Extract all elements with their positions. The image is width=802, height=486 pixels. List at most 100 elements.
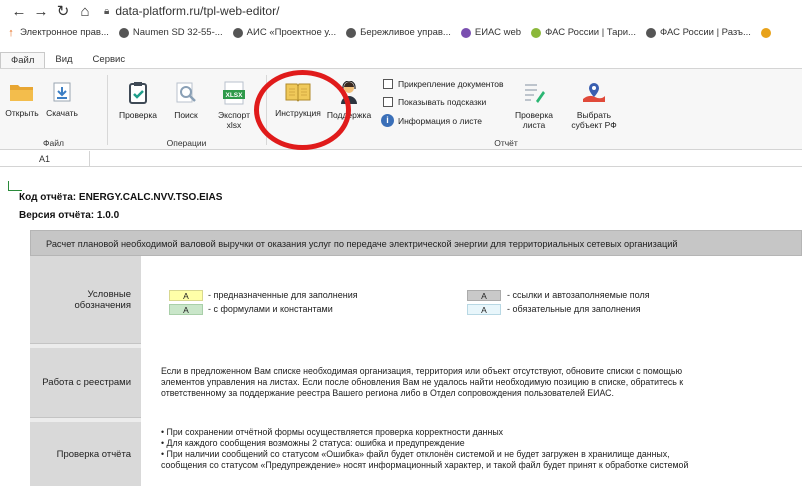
download-icon <box>53 82 71 102</box>
eias-icon <box>460 27 471 38</box>
bookmark-label: Naumen SD 32-55-... <box>132 27 223 38</box>
check-sheet-button[interactable]: Проверка листа <box>512 81 556 130</box>
legend-text: - обязательные для заполнения <box>507 304 641 314</box>
folder-icon <box>760 27 771 38</box>
registries-line: ответственному за поддержание реестра Ва… <box>161 388 614 398</box>
report-check-line: • При сохранении отчётной формы осуществ… <box>161 427 504 437</box>
fas-icon <box>531 27 542 38</box>
report-code: Код отчёта: ENERGY.CALC.NVV.TSO.EIAS <box>19 192 223 203</box>
legend-title: Условные обозначения <box>74 289 131 311</box>
report-check-line: • Для каждого сообщения возможны 2 стату… <box>161 438 465 448</box>
bookmark-item[interactable]: ↑ Электронное прав... <box>6 27 109 39</box>
select-subject-button[interactable]: Выбрать субъект РФ <box>566 81 622 130</box>
folder-open-icon <box>10 85 33 101</box>
clipboard-check-icon <box>129 82 147 104</box>
bookmark-label: ФАС России | Тари... <box>545 27 636 38</box>
sheet-edit-icon <box>525 84 545 103</box>
registries-line: Если в предложенном Вам списке необходим… <box>161 366 683 376</box>
show-hints-toggle[interactable]: Показывать подсказки <box>383 97 486 107</box>
bookmark-item[interactable]: ЕИАС web <box>460 27 522 38</box>
registries-row-label: Работа с реестрами <box>30 348 141 418</box>
search-label: Поиск <box>174 110 198 120</box>
report-check-line: • При наличии сообщений со статусом «Оши… <box>161 449 670 459</box>
bookmark-item[interactable]: Бережливое управ... <box>346 27 451 38</box>
legend-title-line2: обозначения <box>74 299 131 311</box>
address-bar[interactable]: 🔒︎ data-platform.ru/tpl-web-editor/ <box>104 2 802 20</box>
check-sheet-label: Проверка <box>514 110 554 120</box>
globe-icon <box>232 27 243 38</box>
sheet-info-label: Информация о листе <box>398 115 482 126</box>
checkbox[interactable] <box>383 97 393 107</box>
report-check-row-label: Проверка отчёта <box>30 422 141 486</box>
registries-title: Работа с реестрами <box>42 377 131 388</box>
formula-bar: A1 <box>0 151 802 167</box>
open-label: Открыть <box>5 108 39 118</box>
report-version: Версия отчёта: 1.0.0 <box>19 210 120 221</box>
bookmark-label: АИС «Проектное у... <box>246 27 337 38</box>
bookmark-item[interactable]: ФАС России | Тари... <box>531 27 636 38</box>
download-button[interactable]: Скачать <box>42 81 82 118</box>
download-label: Скачать <box>46 108 78 118</box>
tab-file[interactable]: Файл <box>0 52 46 68</box>
select-subject-label-sub: субъект РФ <box>571 120 617 130</box>
search-button[interactable]: Поиск <box>168 81 204 120</box>
bookmark-item[interactable]: Naumen SD 32-55-... <box>118 27 223 38</box>
legend-swatch-required: A <box>467 304 501 315</box>
selection-corner <box>8 181 22 191</box>
bookmark-label: Электронное прав... <box>20 27 109 38</box>
report-check-line: сообщения со статусом «Предупреждение» н… <box>161 460 689 470</box>
attach-docs-toggle[interactable]: Прикрепление документов <box>383 79 504 89</box>
reload-icon[interactable]: ↻ <box>54 2 72 20</box>
home-icon[interactable]: ⌂ <box>76 2 94 20</box>
legend-title-line1: Условные <box>87 288 132 300</box>
forward-icon[interactable]: → <box>32 2 50 20</box>
back-icon[interactable]: ← <box>10 2 28 20</box>
bookmark-item[interactable]: АИС «Проектное у... <box>232 27 337 38</box>
check-sheet-label-sub: листа <box>522 120 546 130</box>
bookmark-label: ЕИАС web <box>474 27 522 38</box>
attach-docs-label: Прикрепление документов <box>398 79 504 89</box>
globe-icon <box>118 27 129 38</box>
legend-text: - предназначенные для заполнения <box>208 290 358 300</box>
ribbon: Открыть Скачать Проверка Поиск XLSX Эксп… <box>0 68 802 150</box>
legend-swatch-formula: A <box>169 304 203 315</box>
registries-line: элементов управления на листах. Если пос… <box>161 377 684 387</box>
bookmark-item[interactable] <box>760 27 775 38</box>
lock-icon: 🔒︎ <box>104 5 110 17</box>
bookmark-item[interactable]: ФАС России | Разъ... <box>645 27 751 38</box>
export-label-sub: xlsx <box>226 120 242 130</box>
group-label-file: Файл <box>43 138 64 148</box>
bookmark-label: ФАС России | Разъ... <box>659 27 751 38</box>
search-icon <box>176 82 196 103</box>
report-check-text: • При сохранении отчётной формы осуществ… <box>161 427 688 471</box>
group-label-operations: Операции <box>166 138 207 148</box>
arrow-up-icon: ↑ <box>6 27 16 39</box>
checkbox[interactable] <box>383 79 393 89</box>
tab-service[interactable]: Сервис <box>83 52 136 68</box>
report-check-title: Проверка отчёта <box>56 448 131 460</box>
globe-icon <box>645 27 656 38</box>
export-xlsx-button[interactable]: XLSX Экспорт xlsx <box>214 81 254 130</box>
browser-toolbar: ← → ↻ ⌂ 🔒︎ data-platform.ru/tpl-web-edit… <box>0 0 802 22</box>
highlight-circle <box>254 70 351 150</box>
info-icon: i <box>381 114 394 127</box>
check-button[interactable]: Проверка <box>118 81 158 120</box>
menu-tabs: Файл Вид Сервис <box>0 52 802 68</box>
open-button[interactable]: Открыть <box>2 81 42 118</box>
export-label: Экспорт <box>218 110 250 120</box>
cell-reference[interactable]: A1 <box>0 151 90 167</box>
check-label: Проверка <box>118 110 158 120</box>
report-title-banner: Расчет плановой необходимой валовой выру… <box>30 230 802 256</box>
sheet-info-button[interactable]: i Информация о листе <box>381 114 482 127</box>
legend-swatch-input: A <box>169 290 203 301</box>
legend-row-label: Условные обозначения <box>30 256 141 344</box>
group-label-report: Отчёт <box>494 138 518 148</box>
group-separator <box>107 75 108 145</box>
registries-text: Если в предложенном Вам списке необходим… <box>161 366 683 399</box>
map-pin-icon <box>583 83 605 102</box>
xlsx-icon-text: XLSX <box>226 92 244 99</box>
globe-icon <box>346 27 357 38</box>
select-subject-label: Выбрать <box>576 110 612 120</box>
tab-view[interactable]: Вид <box>45 52 82 68</box>
legend-swatch-link: A <box>467 290 501 301</box>
